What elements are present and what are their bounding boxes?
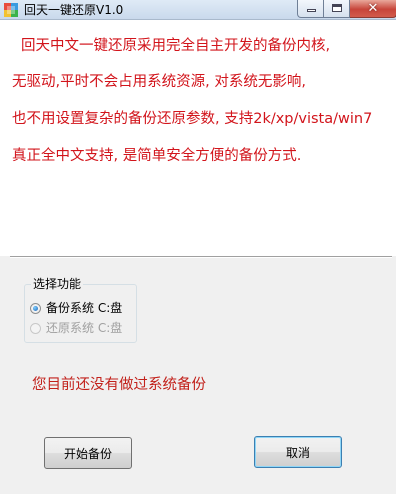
function-group: 选择功能 备份系统 C:盘 还原系统 C:盘 (24, 276, 137, 343)
backup-radio[interactable] (30, 302, 41, 314)
window-controls: ✕ (297, 0, 396, 18)
description-panel: 回天中文一键还原采用完全自主开发的备份内核, 无驱动,平时不会占用系统资源, 对… (0, 20, 396, 256)
restore-radio (30, 322, 41, 334)
window-title: 回天一键还原V1.0 (24, 3, 124, 17)
maximize-icon (332, 4, 342, 12)
status-message: 您目前还没有做过系统备份 (32, 377, 206, 393)
cancel-button[interactable]: 取消 (254, 436, 342, 468)
description-line: 无驱动,平时不会占用系统资源, 对系统无影响, (12, 74, 306, 90)
minimize-icon (307, 9, 316, 12)
description-line: 也不用设置复杂的备份还原参数, 支持2k/xp/vista/win7 (12, 111, 373, 127)
dialog-body: 回天中文一键还原采用完全自主开发的备份内核, 无驱动,平时不会占用系统资源, 对… (0, 19, 396, 494)
restore-option-label: 还原系统 C:盘 (46, 321, 123, 335)
maximize-button[interactable] (324, 0, 350, 18)
description-line: 回天中文一键还原采用完全自主开发的备份内核, (21, 38, 331, 54)
close-button[interactable]: ✕ (350, 0, 396, 18)
app-icon (4, 3, 18, 17)
description-line: 真正全中文支持, 是简单安全方便的备份方式. (12, 148, 302, 164)
close-icon: ✕ (367, 1, 379, 16)
backup-option[interactable]: 备份系统 C:盘 (30, 301, 122, 315)
minimize-button[interactable] (297, 0, 324, 18)
function-group-title: 选择功能 (31, 276, 84, 292)
title-bar[interactable]: 回天一键还原V1.0 ✕ (0, 0, 396, 19)
separator (10, 256, 392, 258)
restore-option: 还原系统 C:盘 (30, 321, 122, 335)
backup-option-label: 备份系统 C:盘 (46, 301, 123, 315)
start-backup-button[interactable]: 开始备份 (44, 437, 132, 469)
